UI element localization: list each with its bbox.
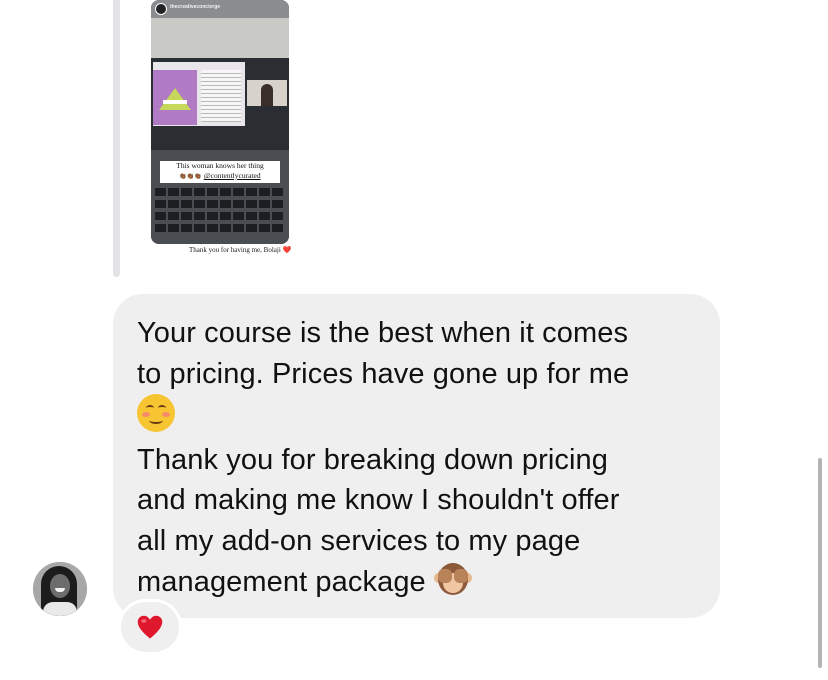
avatar-shirt bbox=[43, 602, 77, 616]
see-no-evil-monkey-emoji-icon bbox=[433, 561, 472, 597]
message-bubble[interactable]: Your course is the best when it comes to… bbox=[113, 294, 720, 618]
message-line-last: management package bbox=[137, 561, 707, 603]
message-line: Your course is the best when it comes bbox=[137, 317, 629, 349]
pyramid-graphic bbox=[159, 88, 191, 110]
story-username: thecreativeconcierge bbox=[170, 4, 221, 10]
red-heart-icon bbox=[137, 615, 163, 639]
document-panel bbox=[201, 70, 241, 122]
reply-quote-bar bbox=[113, 0, 120, 277]
message-line: all my add-on services to my page bbox=[137, 524, 581, 557]
story-caption-handle-line: 👏🏾👏🏾👏🏾 @contentlycurated bbox=[160, 171, 280, 182]
story-caption: This woman knows her thing 👏🏾👏🏾👏🏾 @conte… bbox=[160, 161, 280, 183]
small-heart-icon: ❤️ bbox=[282, 246, 292, 254]
message-reaction[interactable] bbox=[118, 599, 182, 655]
message-line: Thank you for breaking down pricing bbox=[137, 443, 608, 476]
sender-avatar[interactable] bbox=[33, 562, 87, 616]
message-text: Your course is the best when it comes to… bbox=[137, 313, 707, 603]
pyramid-band bbox=[163, 100, 187, 104]
key-row bbox=[155, 188, 285, 196]
video-call-person bbox=[261, 84, 273, 106]
story-avatar bbox=[155, 3, 167, 15]
story-background bbox=[151, 18, 289, 58]
story-reply-message: Thank you for having me, Bolaji bbox=[189, 246, 281, 254]
scrollbar[interactable] bbox=[818, 458, 822, 668]
clap-emojis: 👏🏾👏🏾👏🏾 bbox=[179, 174, 202, 180]
smiling-blush-emoji-icon bbox=[137, 394, 175, 432]
story-reply-text: Thank you for having me, Bolaji ❤️ bbox=[189, 246, 291, 254]
key-row bbox=[155, 224, 285, 232]
key-row bbox=[155, 200, 285, 208]
message-line: management package bbox=[137, 566, 426, 598]
key-row bbox=[155, 212, 285, 220]
story-mention-handle[interactable]: @contentlycurated bbox=[204, 171, 261, 180]
story-caption-text: This woman knows her thing bbox=[176, 161, 264, 170]
message-line: and making me know I shouldn't offer bbox=[137, 484, 620, 516]
avatar-face bbox=[50, 574, 70, 598]
message-line-emoji bbox=[137, 394, 707, 440]
message-line: to pricing. Prices have gone up for me bbox=[137, 357, 630, 390]
story-thumbnail[interactable]: thecreativeconcierge bbox=[151, 0, 289, 244]
